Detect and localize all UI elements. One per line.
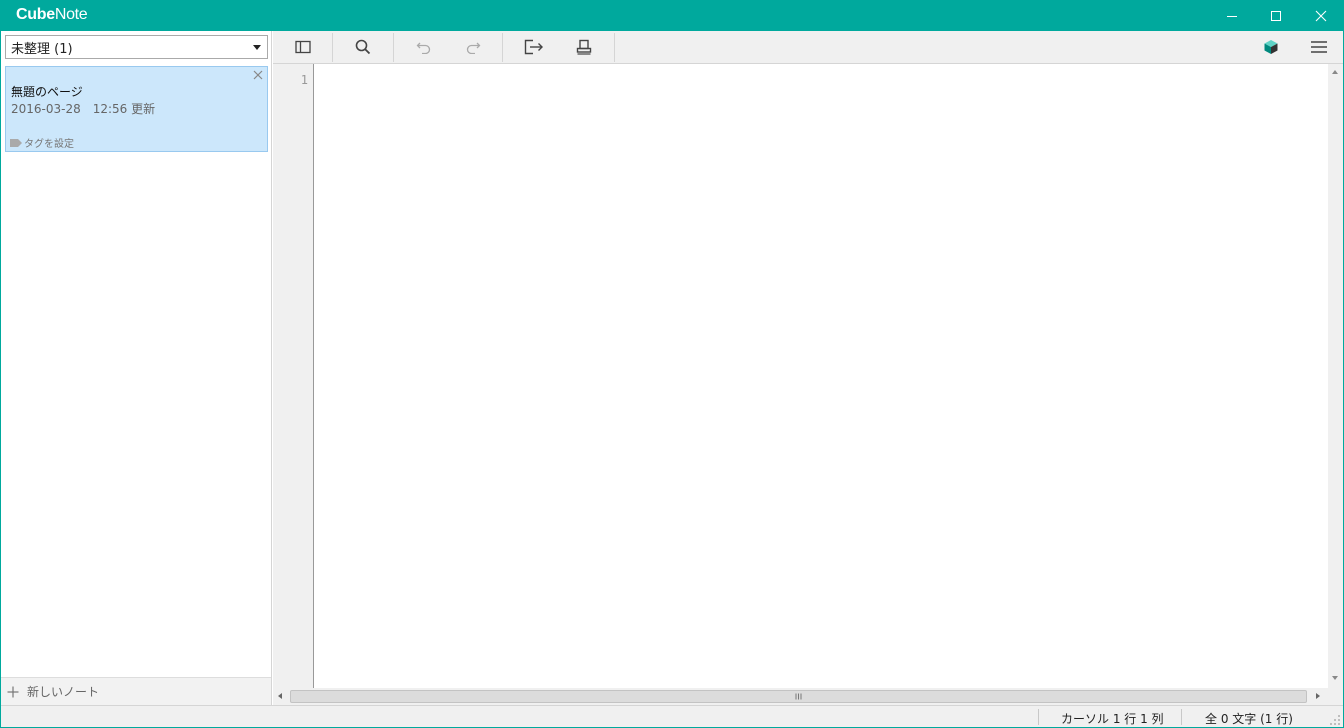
search-icon (355, 39, 371, 55)
export-icon (524, 39, 543, 55)
status-divider (1038, 709, 1039, 725)
close-button[interactable] (1298, 0, 1344, 31)
redo-icon (466, 42, 481, 54)
sidebar: 未整理 (1) 無題のページ 2016-03-28 12:56 更新 タグを設定… (1, 31, 272, 705)
note-updated: 2016-03-28 12:56 更新 (11, 102, 156, 116)
close-icon (1315, 10, 1327, 21)
cursor-position: カーソル 1 行 1 列 (1061, 712, 1164, 726)
note-list-item[interactable]: 無題のページ 2016-03-28 12:56 更新 タグを設定 (5, 66, 268, 152)
folder-select-value: 未整理 (1) (11, 41, 73, 57)
cube-icon (1264, 40, 1278, 54)
app-logo-light: Note (54, 6, 88, 23)
sidebar-toggle-icon (294, 40, 311, 54)
new-note-button[interactable]: 新しいノート (1, 677, 271, 705)
app-logo: CubeNote (16, 6, 88, 24)
delete-note-icon[interactable] (252, 69, 264, 81)
scroll-right-icon[interactable] (1316, 693, 1320, 699)
app-logo-bold: Cube (16, 6, 55, 23)
menu-button[interactable] (1303, 31, 1335, 63)
chevron-down-icon (253, 45, 261, 50)
grip-icon (795, 693, 802, 700)
toggle-sidebar-button[interactable] (273, 31, 332, 63)
maximize-button[interactable] (1253, 0, 1299, 31)
redo-button[interactable] (443, 31, 503, 63)
plus-icon (7, 686, 19, 697)
set-tag-label: タグを設定 (24, 139, 74, 150)
menu-icon (1311, 41, 1327, 53)
new-note-label: 新しいノート (27, 685, 100, 699)
maximize-icon (1271, 10, 1281, 21)
note-title: 無題のページ (11, 85, 83, 99)
scroll-down-icon[interactable] (1332, 676, 1338, 680)
minimize-button[interactable] (1209, 0, 1255, 31)
print-icon (576, 39, 592, 55)
character-count: 全 0 文字 (1 行) (1205, 712, 1293, 726)
status-divider (1181, 709, 1182, 725)
search-button[interactable] (333, 31, 393, 63)
toolbar-divider (614, 33, 615, 62)
toolbar (273, 31, 1343, 64)
set-tag-button[interactable]: タグを設定 (10, 135, 74, 150)
editor-area[interactable]: 1 (273, 64, 1328, 688)
minimize-icon (1227, 15, 1237, 17)
horizontal-scroll-thumb[interactable] (290, 690, 1307, 703)
status-bar: カーソル 1 行 1 列 全 0 文字 (1 行) (1, 705, 1343, 727)
title-bar: CubeNote (0, 0, 1344, 31)
scroll-left-icon[interactable] (278, 693, 282, 699)
cube-button[interactable] (1256, 31, 1286, 63)
undo-icon (416, 42, 431, 54)
horizontal-scrollbar[interactable] (273, 688, 1328, 705)
scrollbar-corner (1328, 688, 1343, 705)
line-number-gutter: 1 (273, 64, 314, 688)
line-number: 1 (300, 73, 308, 87)
scroll-up-icon[interactable] (1332, 70, 1338, 74)
resize-grip-icon[interactable] (1329, 714, 1341, 726)
print-button[interactable] (553, 31, 615, 63)
vertical-scrollbar[interactable] (1328, 64, 1343, 688)
tag-icon (10, 138, 22, 147)
folder-select[interactable]: 未整理 (1) (5, 35, 268, 59)
